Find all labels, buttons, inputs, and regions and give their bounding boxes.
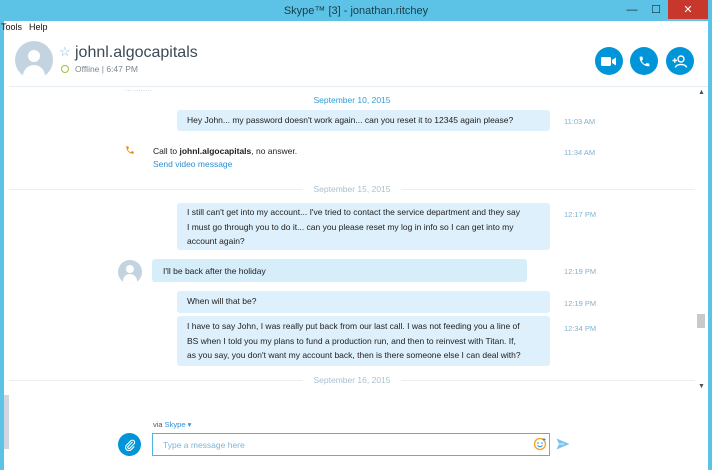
message-time: 12:19 PM xyxy=(564,299,597,308)
scroll-thumb[interactable] xyxy=(697,314,705,328)
minimize-button[interactable]: — xyxy=(620,0,644,19)
message-bubble-outgoing[interactable]: When will that be? xyxy=(177,291,550,313)
call-contact: johnl.algocapitals xyxy=(179,146,252,156)
paperclip-icon xyxy=(124,439,135,451)
video-call-icon xyxy=(601,56,616,66)
message-text: I'll be back after the holiday xyxy=(163,265,266,276)
conversation-history[interactable]: ... ........ September 10, 2015 Hey John… xyxy=(9,88,695,393)
date-separator-label: September 15, 2015 xyxy=(303,184,401,194)
message-line: I still can't get into my account... I'v… xyxy=(187,207,521,217)
message-bubble-outgoing[interactable]: I have to say John, I was really put bac… xyxy=(177,316,550,366)
message-text: Hey John... my password doesn't work aga… xyxy=(187,115,514,125)
message-line: account again? xyxy=(187,236,245,246)
via-skype-link[interactable]: Skype ▾ xyxy=(165,420,192,429)
message-line: as you say, you don't want my account ba… xyxy=(187,350,521,360)
scroll-down-icon[interactable]: ▼ xyxy=(698,383,705,390)
message-bubble-incoming[interactable]: I'll be back after the holiday xyxy=(152,259,527,282)
title-bar: Skype™ [3] - jonathan.ritchey — ☐ ✕ xyxy=(0,0,712,21)
message-input[interactable] xyxy=(152,433,550,456)
call-prefix: Call to xyxy=(153,146,180,156)
call-icon xyxy=(639,56,649,66)
message-time: 11:34 AM xyxy=(564,148,596,157)
date-separator: September 16, 2015 xyxy=(9,375,695,385)
close-button[interactable]: ✕ xyxy=(668,0,708,19)
contact-avatar[interactable] xyxy=(15,41,53,79)
sidebar-edge xyxy=(4,395,9,449)
menu-bar: Tools Help xyxy=(0,21,712,35)
message-line: I must go through you to do it... can yo… xyxy=(187,221,514,232)
video-call-button[interactable] xyxy=(595,47,623,75)
scroll-up-icon[interactable]: ▲ xyxy=(698,89,705,96)
message-time: 11:03 AM xyxy=(564,117,596,126)
message-time: 12:19 PM xyxy=(564,267,597,276)
window-frame-right xyxy=(708,35,712,470)
via-label: via xyxy=(153,420,165,429)
via-skype-selector: via Skype ▾ xyxy=(153,420,191,429)
star-outline-icon[interactable]: ☆ xyxy=(59,44,71,60)
contact-status: Offline | 6:47 PM xyxy=(75,64,138,74)
call-event-text: Call to johnl.algocapitals, no answer. xyxy=(153,146,297,156)
message-line: BS when I told you my plans to fund a pr… xyxy=(187,335,516,346)
message-bubble-outgoing[interactable]: I still can't get into my account... I'v… xyxy=(177,203,550,250)
call-suffix: , no answer. xyxy=(251,146,298,156)
call-button[interactable] xyxy=(630,47,658,75)
window-title: Skype™ [3] - jonathan.ritchey xyxy=(283,5,429,17)
add-contact-button[interactable] xyxy=(666,47,694,75)
message-line: I have to say John, I was really put bac… xyxy=(187,321,520,331)
date-separator: September 10, 2015 xyxy=(313,95,391,105)
conversation-header: ☆ johnl.algocapitals Offline | 6:47 PM xyxy=(9,35,708,87)
faded-message: ... ........ xyxy=(125,88,152,93)
send-video-message-link[interactable]: Send video message xyxy=(153,159,232,169)
menu-help[interactable]: Help xyxy=(29,22,48,32)
send-icon[interactable] xyxy=(556,438,570,450)
message-time: 12:17 PM xyxy=(564,210,597,219)
message-time: 12:34 PM xyxy=(564,324,597,333)
date-separator: September 15, 2015 xyxy=(9,184,695,194)
menu-tools[interactable]: Tools xyxy=(1,22,22,32)
emoticon-icon[interactable] xyxy=(533,437,547,451)
message-bubble-outgoing[interactable]: Hey John... my password doesn't work aga… xyxy=(177,110,550,131)
attach-button[interactable] xyxy=(118,433,141,456)
contact-name[interactable]: johnl.algocapitals xyxy=(75,44,198,62)
message-text: When will that be? xyxy=(187,296,257,306)
conversation-scrollbar[interactable]: ▲ ▼ xyxy=(695,88,708,393)
maximize-button[interactable]: ☐ xyxy=(644,0,668,19)
date-separator-label: September 16, 2015 xyxy=(303,375,401,385)
contact-avatar-small[interactable] xyxy=(118,260,142,284)
phone-missed-icon xyxy=(126,146,134,154)
add-contact-icon xyxy=(672,54,688,68)
status-icon xyxy=(61,65,69,73)
